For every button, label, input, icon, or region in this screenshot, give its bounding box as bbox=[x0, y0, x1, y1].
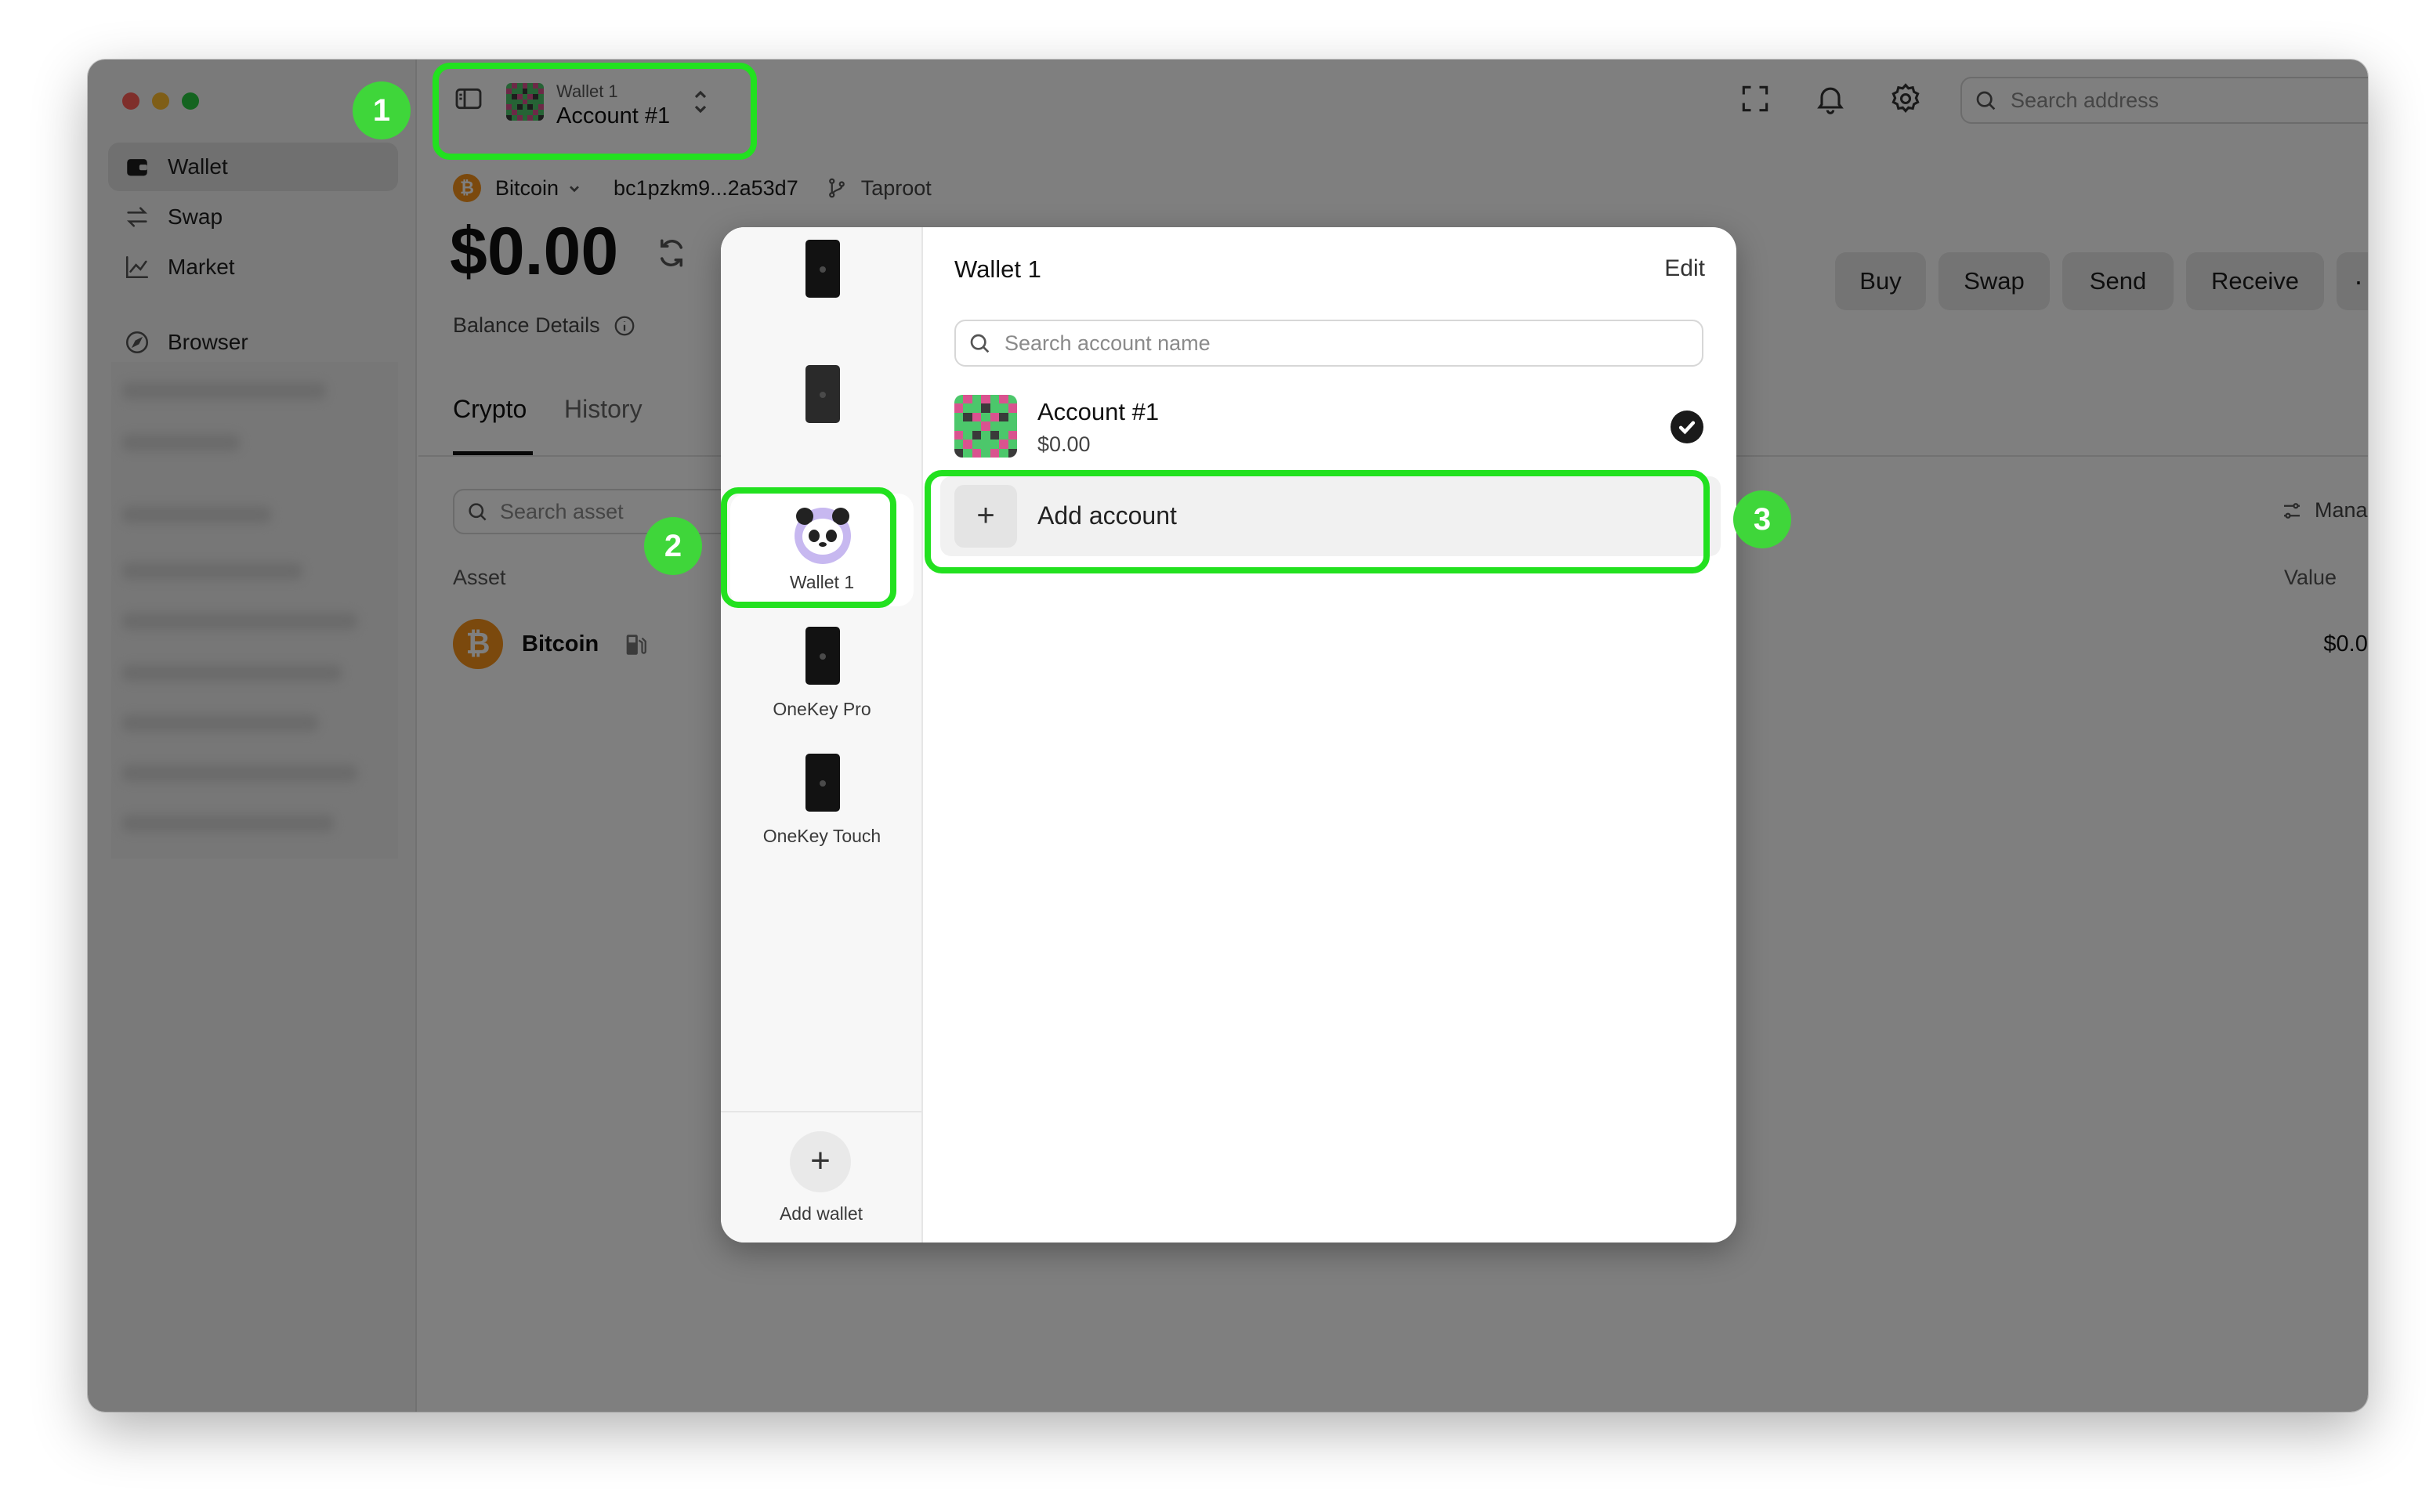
account-item[interactable]: Account #1 $0.00 bbox=[954, 393, 1703, 459]
account-search-input[interactable]: Search account name bbox=[954, 320, 1703, 367]
account-name: Account #1 bbox=[1037, 398, 1160, 425]
wallet-item-hardware-2[interactable] bbox=[730, 353, 914, 470]
account-balance: $0.00 bbox=[1037, 432, 1091, 456]
search-icon bbox=[970, 334, 990, 353]
step-badge-2: 2 bbox=[644, 517, 702, 575]
wallet-list-divider bbox=[721, 1111, 921, 1112]
edit-button[interactable]: Edit bbox=[1664, 255, 1705, 282]
wallet-item-hardware-1[interactable] bbox=[730, 227, 914, 345]
wallet-item-onekey-touch[interactable]: OneKey Touch bbox=[730, 741, 914, 859]
wallet-item-label: Wallet 1 bbox=[789, 572, 855, 592]
panda-avatar-icon bbox=[795, 508, 851, 564]
wallet-list: Wallet 1 OneKey Pro OneKey Touch + Add w… bbox=[721, 227, 923, 1243]
plus-icon: + bbox=[954, 485, 1017, 548]
account-list: Wallet 1 Edit Search account name Accoun… bbox=[923, 227, 1736, 1243]
add-account-button[interactable]: + Add account bbox=[940, 476, 1721, 556]
add-wallet-button[interactable]: + Add wallet bbox=[721, 1120, 921, 1238]
step-badge-1: 1 bbox=[353, 81, 411, 139]
modal-title: Wallet 1 bbox=[954, 255, 1041, 283]
account-avatar bbox=[954, 395, 1017, 458]
step-badge-3: 3 bbox=[1733, 490, 1791, 548]
plus-icon: + bbox=[790, 1131, 851, 1192]
hardware-device-icon bbox=[805, 627, 840, 685]
wallet-item-onekey-pro[interactable]: OneKey Pro bbox=[730, 614, 914, 732]
app-window: Wallet Swap Market Browser bbox=[88, 60, 2368, 1412]
hardware-device-icon bbox=[805, 240, 840, 298]
hardware-device-icon bbox=[805, 365, 840, 423]
wallet-item-wallet-1[interactable]: Wallet 1 bbox=[730, 494, 914, 606]
add-account-label: Add account bbox=[1037, 501, 1177, 530]
add-wallet-label: Add wallet bbox=[779, 1203, 863, 1224]
wallet-item-label: OneKey Pro bbox=[773, 699, 871, 719]
hardware-device-icon bbox=[805, 754, 840, 812]
check-circle-icon bbox=[1671, 411, 1703, 443]
account-selector-modal: Wallet 1 OneKey Pro OneKey Touch + Add w… bbox=[721, 227, 1736, 1243]
wallet-item-label: OneKey Touch bbox=[762, 826, 881, 846]
account-search-placeholder: Search account name bbox=[1005, 331, 1211, 355]
